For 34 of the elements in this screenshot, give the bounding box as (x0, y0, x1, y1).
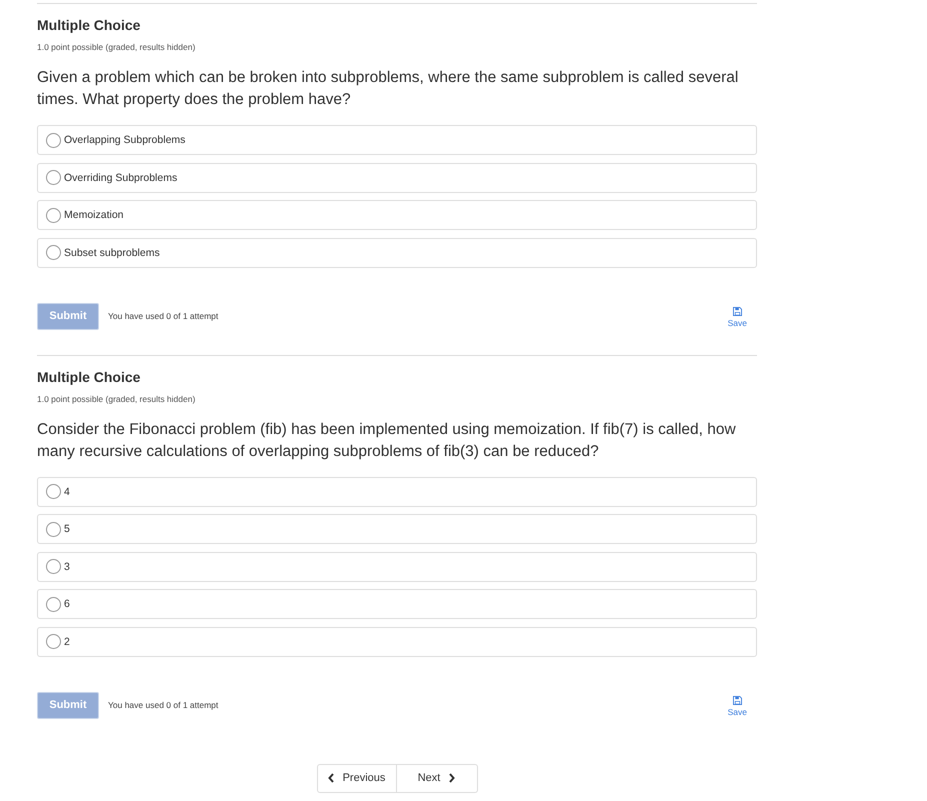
save-icon (732, 306, 742, 316)
radio-button[interactable] (46, 170, 61, 185)
question-text: Given a problem which can be broken into subproblems, where the same subproblem is called several times. What property does the problem have? (37, 68, 740, 110)
answer-option[interactable]: 2 (37, 626, 757, 656)
question-text: Consider the Fibonacci problem (fib) has been implemented using memoization. If fib(7) is called, how many recursive calculations of overlapping subproblems of fib(3) can be reduced? (37, 420, 737, 462)
radio-button[interactable] (46, 596, 61, 612)
answer-option[interactable]: 3 (37, 552, 757, 582)
radio-button[interactable] (46, 522, 61, 536)
save-icon (732, 696, 742, 704)
radio-button[interactable] (46, 132, 61, 148)
answer-option[interactable]: Memoization (37, 200, 757, 230)
answer-option[interactable]: 4 (37, 476, 757, 506)
answer-option[interactable]: Overlapping Subproblems (37, 125, 757, 155)
answer-option[interactable]: Subset subproblems (37, 238, 757, 268)
save-button[interactable]: Save (728, 696, 747, 718)
answer-option[interactable]: Overriding Subproblems (37, 162, 757, 192)
next-button[interactable]: Next (396, 764, 478, 792)
answer-option[interactable]: 5 (37, 514, 757, 544)
radio-button[interactable] (46, 634, 61, 649)
radio-button[interactable] (46, 559, 61, 574)
problem-title: Multiple Choice (37, 368, 142, 386)
problem-title: Multiple Choice (37, 16, 142, 34)
attempts-info: You have used 0 of 1 attempt (108, 698, 218, 710)
chevron-right-icon (449, 773, 456, 783)
answer-option[interactable]: 6 (37, 589, 757, 619)
radio-button[interactable] (46, 484, 61, 499)
chevron-left-icon (328, 773, 334, 783)
points-info: 1.0 point possible (graded, results hidden) (37, 392, 196, 404)
radio-button[interactable] (46, 245, 61, 260)
save-button[interactable]: Save (728, 306, 747, 328)
previous-button[interactable]: Previous (316, 764, 396, 792)
attempts-info: You have used 0 of 1 attempt (108, 310, 218, 322)
radio-button[interactable] (46, 208, 61, 222)
points-info: 1.0 point possible (graded, results hidden) (37, 41, 196, 53)
